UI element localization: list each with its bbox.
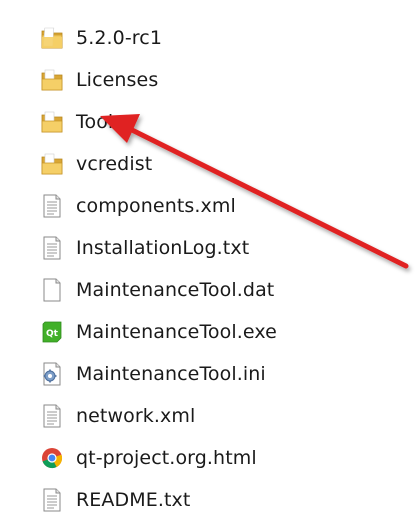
text-file-icon	[40, 487, 64, 513]
explorer-file-list-view: 5.2.0-rc1 Licenses Tools vcredist compon…	[0, 0, 420, 528]
list-item-file-readme-txt[interactable]: README.txt	[40, 484, 360, 516]
file-name-label: Licenses	[76, 69, 159, 91]
list-item-folder-5-2-0-rc1[interactable]: 5.2.0-rc1	[40, 22, 360, 54]
list-item-file-maintenancetool-exe[interactable]: Qt MaintenanceTool.exe	[40, 316, 360, 348]
file-name-label: components.xml	[76, 195, 236, 217]
text-file-icon	[40, 403, 64, 429]
list-item-folder-licenses[interactable]: Licenses	[40, 64, 360, 96]
list-item-file-installationlog-txt[interactable]: InstallationLog.txt	[40, 232, 360, 264]
file-name-label: qt-project.org.html	[76, 447, 257, 469]
file-name-label: README.txt	[76, 489, 191, 511]
text-file-icon	[40, 235, 64, 261]
text-file-icon	[40, 193, 64, 219]
svg-text:Qt: Qt	[46, 329, 59, 339]
list-item-file-maintenancetool-ini[interactable]: MaintenanceTool.ini	[40, 358, 360, 390]
file-name-label: 5.2.0-rc1	[76, 27, 163, 49]
list-item-file-components-xml[interactable]: components.xml	[40, 190, 360, 222]
list-item-file-maintenancetool-dat[interactable]: MaintenanceTool.dat	[40, 274, 360, 306]
file-list: 5.2.0-rc1 Licenses Tools vcredist compon…	[0, 0, 420, 528]
folder-icon	[40, 25, 64, 51]
settings-file-icon	[40, 361, 64, 387]
folder-icon	[40, 109, 64, 135]
file-name-label: network.xml	[76, 405, 196, 427]
file-name-label: MaintenanceTool.exe	[76, 321, 277, 343]
list-item-file-network-xml[interactable]: network.xml	[40, 400, 360, 432]
file-name-label: MaintenanceTool.dat	[76, 279, 275, 301]
folder-icon	[40, 151, 64, 177]
list-item-file-qt-project-org-html[interactable]: qt-project.org.html	[40, 442, 360, 474]
blank-file-icon	[40, 277, 64, 303]
list-item-folder-tools[interactable]: Tools	[40, 106, 360, 138]
file-name-label: Tools	[76, 111, 124, 133]
qt-exe-icon: Qt	[40, 319, 64, 345]
chrome-html-icon	[40, 445, 64, 471]
file-name-label: MaintenanceTool.ini	[76, 363, 266, 385]
file-name-label: InstallationLog.txt	[76, 237, 250, 259]
folder-icon	[40, 67, 64, 93]
list-item-folder-vcredist[interactable]: vcredist	[40, 148, 360, 180]
file-name-label: vcredist	[76, 153, 153, 175]
